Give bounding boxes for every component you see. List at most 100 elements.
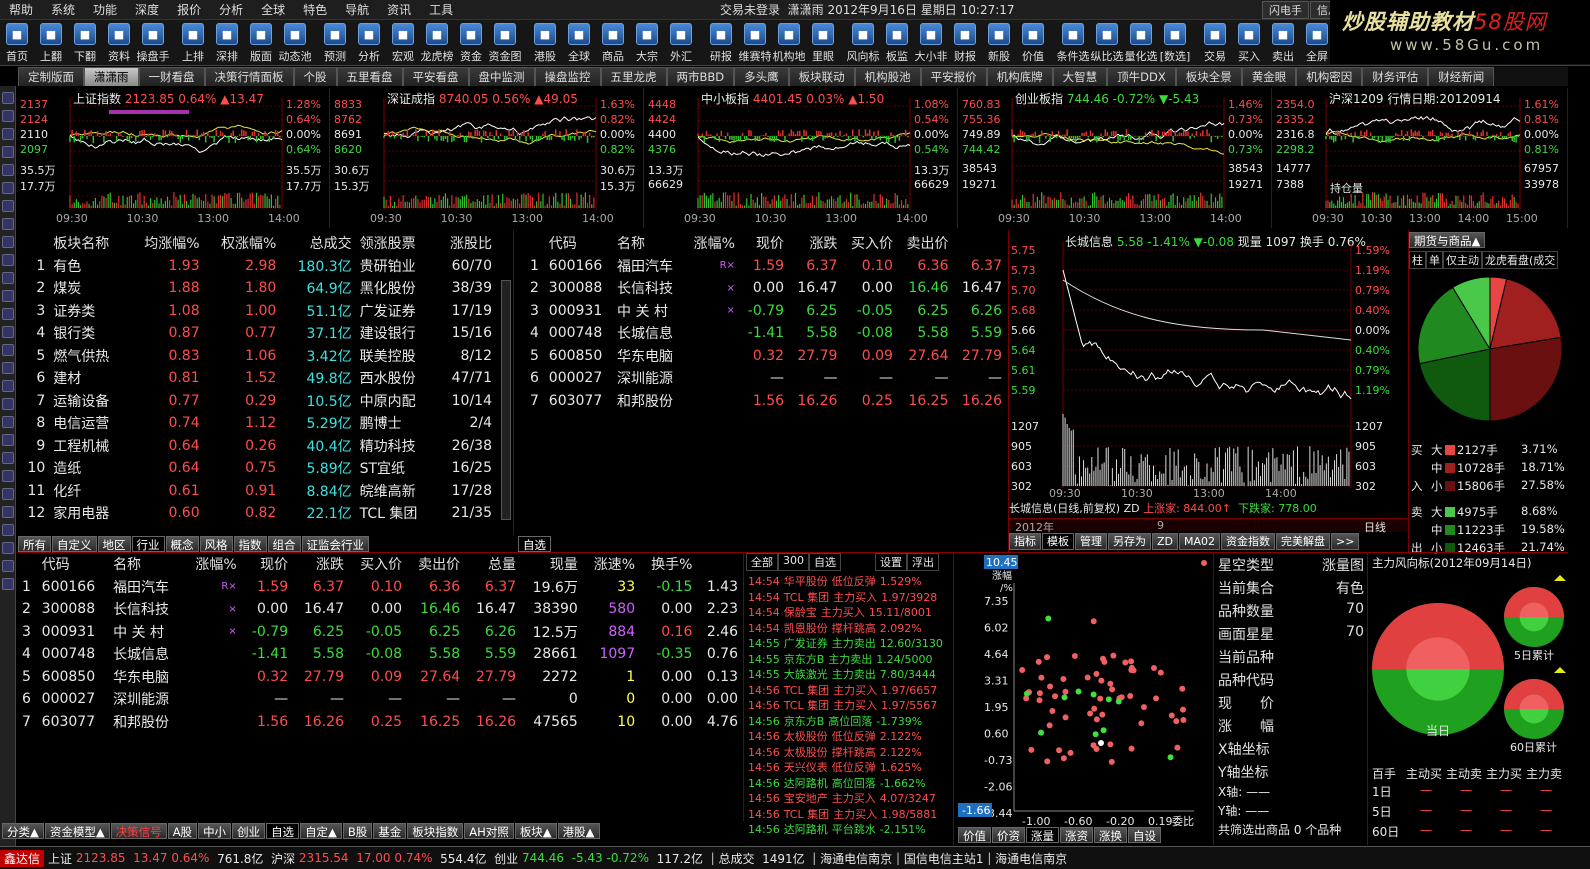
sector-scrollbar[interactable]: [501, 280, 511, 520]
list-item[interactable]: 14:54 TCL 集团 主力买入 1.97/3928: [748, 589, 952, 605]
futures-subtab-2[interactable]: 仅主动: [1443, 251, 1482, 269]
list-item[interactable]: 14:56 达阿路机 高位回落 -1.662%: [748, 775, 952, 791]
star-point[interactable]: [1035, 658, 1042, 665]
sidebar-icon[interactable]: [2, 308, 14, 320]
toolbar-button-19[interactable]: ■ 外汇: [664, 20, 698, 65]
sidebar-icon[interactable]: [2, 110, 14, 122]
futures-subtab-3[interactable]: 龙虎看盘(成交: [1482, 251, 1559, 269]
table-row[interactable]: 7 603077 和邦股份 1.56 16.26 0.25 16.25 16.26: [526, 390, 1006, 413]
table-row[interactable]: 2 300088 长信科技 × 0.00 16.47 0.00 16.46 16.47 38390…: [18, 598, 742, 621]
star-point[interactable]: [1093, 745, 1100, 752]
star-point[interactable]: [1180, 706, 1187, 713]
detail-header[interactable]: 名称: [109, 553, 183, 576]
table-row[interactable]: 7 运输设备 0.77 0.29 10.5亿 中原内配 10/14: [18, 390, 496, 413]
menu-6[interactable]: 特色: [294, 0, 336, 20]
menu-2[interactable]: 深度: [126, 0, 168, 20]
list-item[interactable]: 14:56 京东方B 高位回落 -1.739%: [748, 713, 952, 729]
list-item[interactable]: 14:56 太极股份 低位反弹 2.122%: [748, 728, 952, 744]
star-point[interactable]: [1105, 696, 1112, 703]
star-point[interactable]: [1128, 745, 1135, 752]
star-point[interactable]: [1101, 658, 1108, 665]
futures-subtab-0[interactable]: 柱: [1409, 251, 1426, 269]
watch-header[interactable]: 名称: [613, 232, 684, 255]
sidebar-icon[interactable]: [2, 452, 14, 464]
sidebar-icon[interactable]: [2, 362, 14, 374]
layout-tab-15[interactable]: 机构底牌: [986, 67, 1053, 86]
layout-tab-3[interactable]: 决策行情面板: [204, 67, 294, 86]
list-item[interactable]: 14:56 TCL 集团 主力买入 1.98/5881: [748, 806, 952, 822]
table-row[interactable]: 11 化纤 0.61 0.91 8.84亿 皖维高新 17/28: [18, 480, 496, 503]
layout-tab-18[interactable]: 板块全景: [1175, 67, 1242, 86]
sidebar-icon[interactable]: [2, 200, 14, 212]
star-point[interactable]: [1115, 698, 1122, 705]
index-chart-1[interactable]: 深证成指 8740.05 0.56% ▲49.05 8833 8762 8691 862…: [332, 88, 644, 228]
sidebar-icon[interactable]: [2, 578, 14, 590]
layout-tab-10[interactable]: 两市BBD: [666, 67, 735, 86]
star-point[interactable]: [1044, 654, 1051, 661]
table-row[interactable]: 3 证券类 1.08 1.00 51.1亿 广发证券 17/19: [18, 300, 496, 323]
star-point[interactable]: [1093, 670, 1100, 677]
star-point[interactable]: [1036, 690, 1043, 697]
layout-tab-1[interactable]: 潇潇雨: [84, 67, 139, 86]
index-chart-0[interactable]: 上证指数 2123.85 0.64% ▲13.47 2137 2124 2110 209…: [18, 88, 330, 228]
server-1[interactable]: 海通电信南京: [820, 850, 892, 867]
star-point[interactable]: [1060, 755, 1067, 762]
toolbar-button-33[interactable]: ■ [数选]: [1158, 20, 1192, 65]
toolbar-button-29[interactable]: ■ 价值: [1016, 20, 1050, 65]
list-item[interactable]: 14:55 大族激光 主力卖出 7.80/3444: [748, 666, 952, 682]
star-point[interactable]: [1110, 652, 1117, 659]
sidebar-icon[interactable]: [2, 128, 14, 140]
list-item[interactable]: 14:56 TCL 集团 主力买入 1.97/6657: [748, 682, 952, 698]
sector-tab-2[interactable]: 地区: [97, 536, 131, 552]
toolbar-button-31[interactable]: ■ 纵比选: [1090, 20, 1124, 65]
stock-tool-4[interactable]: ZD: [1152, 533, 1179, 550]
detail-header[interactable]: 卖出价: [406, 553, 464, 576]
list-item[interactable]: 14:54 保龄宝 主力买入 15.11/8001: [748, 604, 952, 620]
star-point[interactable]: [1201, 560, 1207, 566]
list-item[interactable]: 14:55 广发证券 主力卖出 12.60/3130: [748, 635, 952, 651]
star-point[interactable]: [1098, 677, 1105, 684]
watch-header[interactable]: 卖出价: [897, 232, 953, 255]
sidebar-icon[interactable]: [2, 218, 14, 230]
feed-tab-3[interactable]: 设置: [875, 553, 907, 571]
star-point[interactable]: [1084, 674, 1091, 681]
scatter-tab-1[interactable]: 价资: [992, 827, 1025, 843]
star-point[interactable]: [1122, 659, 1129, 666]
sidebar-icon[interactable]: [2, 290, 14, 302]
star-point[interactable]: [1128, 658, 1135, 665]
table-row[interactable]: 6 000027 深圳能源 — — — — — 0 0 0.00 0.00: [18, 688, 742, 711]
menu-7[interactable]: 导航: [336, 0, 378, 20]
sidebar-icon[interactable]: [2, 164, 14, 176]
market-tab-2[interactable]: 决策信号: [110, 823, 167, 839]
table-row[interactable]: 4 银行类 0.87 0.77 37.1亿 建设银行 15/16: [18, 322, 496, 345]
table-row[interactable]: 4 000748 长城信息 -1.41 5.58 -0.08 5.58 5.59: [526, 322, 1006, 345]
star-point[interactable]: [1062, 688, 1069, 695]
detail-header[interactable]: 总量: [464, 553, 520, 576]
sector-header[interactable]: 均涨幅%: [127, 232, 204, 255]
table-row[interactable]: 1 有色 1.93 2.98 180.3亿 贵研铂业 60/70: [18, 255, 496, 278]
toolbar-button-14[interactable]: ■ 资金图: [488, 20, 522, 65]
market-tab-0[interactable]: 分类▲: [2, 823, 44, 839]
table-row[interactable]: 5 600850 华东电脑 0.32 27.79 0.09 27.64 27.79: [526, 345, 1006, 368]
market-tab-3[interactable]: A股: [167, 823, 198, 839]
feed-tab-2[interactable]: 自选: [809, 553, 841, 571]
star-point[interactable]: [1140, 704, 1147, 711]
stock-tool-1[interactable]: 模板: [1042, 533, 1074, 550]
toolbar-button-17[interactable]: ■ 商品: [596, 20, 630, 65]
toolbar-button-27[interactable]: ■ 财报: [948, 20, 982, 65]
sector-header[interactable]: 涨股比: [435, 232, 496, 255]
star-point[interactable]: [1067, 749, 1074, 756]
market-tab-5[interactable]: 创业: [232, 823, 266, 839]
toolbar-button-6[interactable]: ■ 深排: [210, 20, 244, 65]
scatter-tab-0[interactable]: 价值: [958, 827, 991, 843]
sidebar-icon[interactable]: [2, 272, 14, 284]
toolbar-button-4[interactable]: ■ 操盘手: [136, 20, 170, 65]
detail-header[interactable]: 现价: [241, 553, 292, 576]
sector-tab-3[interactable]: 行业: [131, 536, 165, 552]
toolbar-button-8[interactable]: ■ 动态池: [278, 20, 312, 65]
scatter-tab-2[interactable]: 涨量: [1026, 827, 1059, 843]
star-point[interactable]: [1038, 729, 1045, 736]
sector-tab-1[interactable]: 自定义: [52, 536, 97, 552]
layout-tab-2[interactable]: 一财看盘: [138, 67, 205, 86]
table-row[interactable]: 6 建材 0.81 1.52 49.8亿 西水股份 47/71: [18, 367, 496, 390]
